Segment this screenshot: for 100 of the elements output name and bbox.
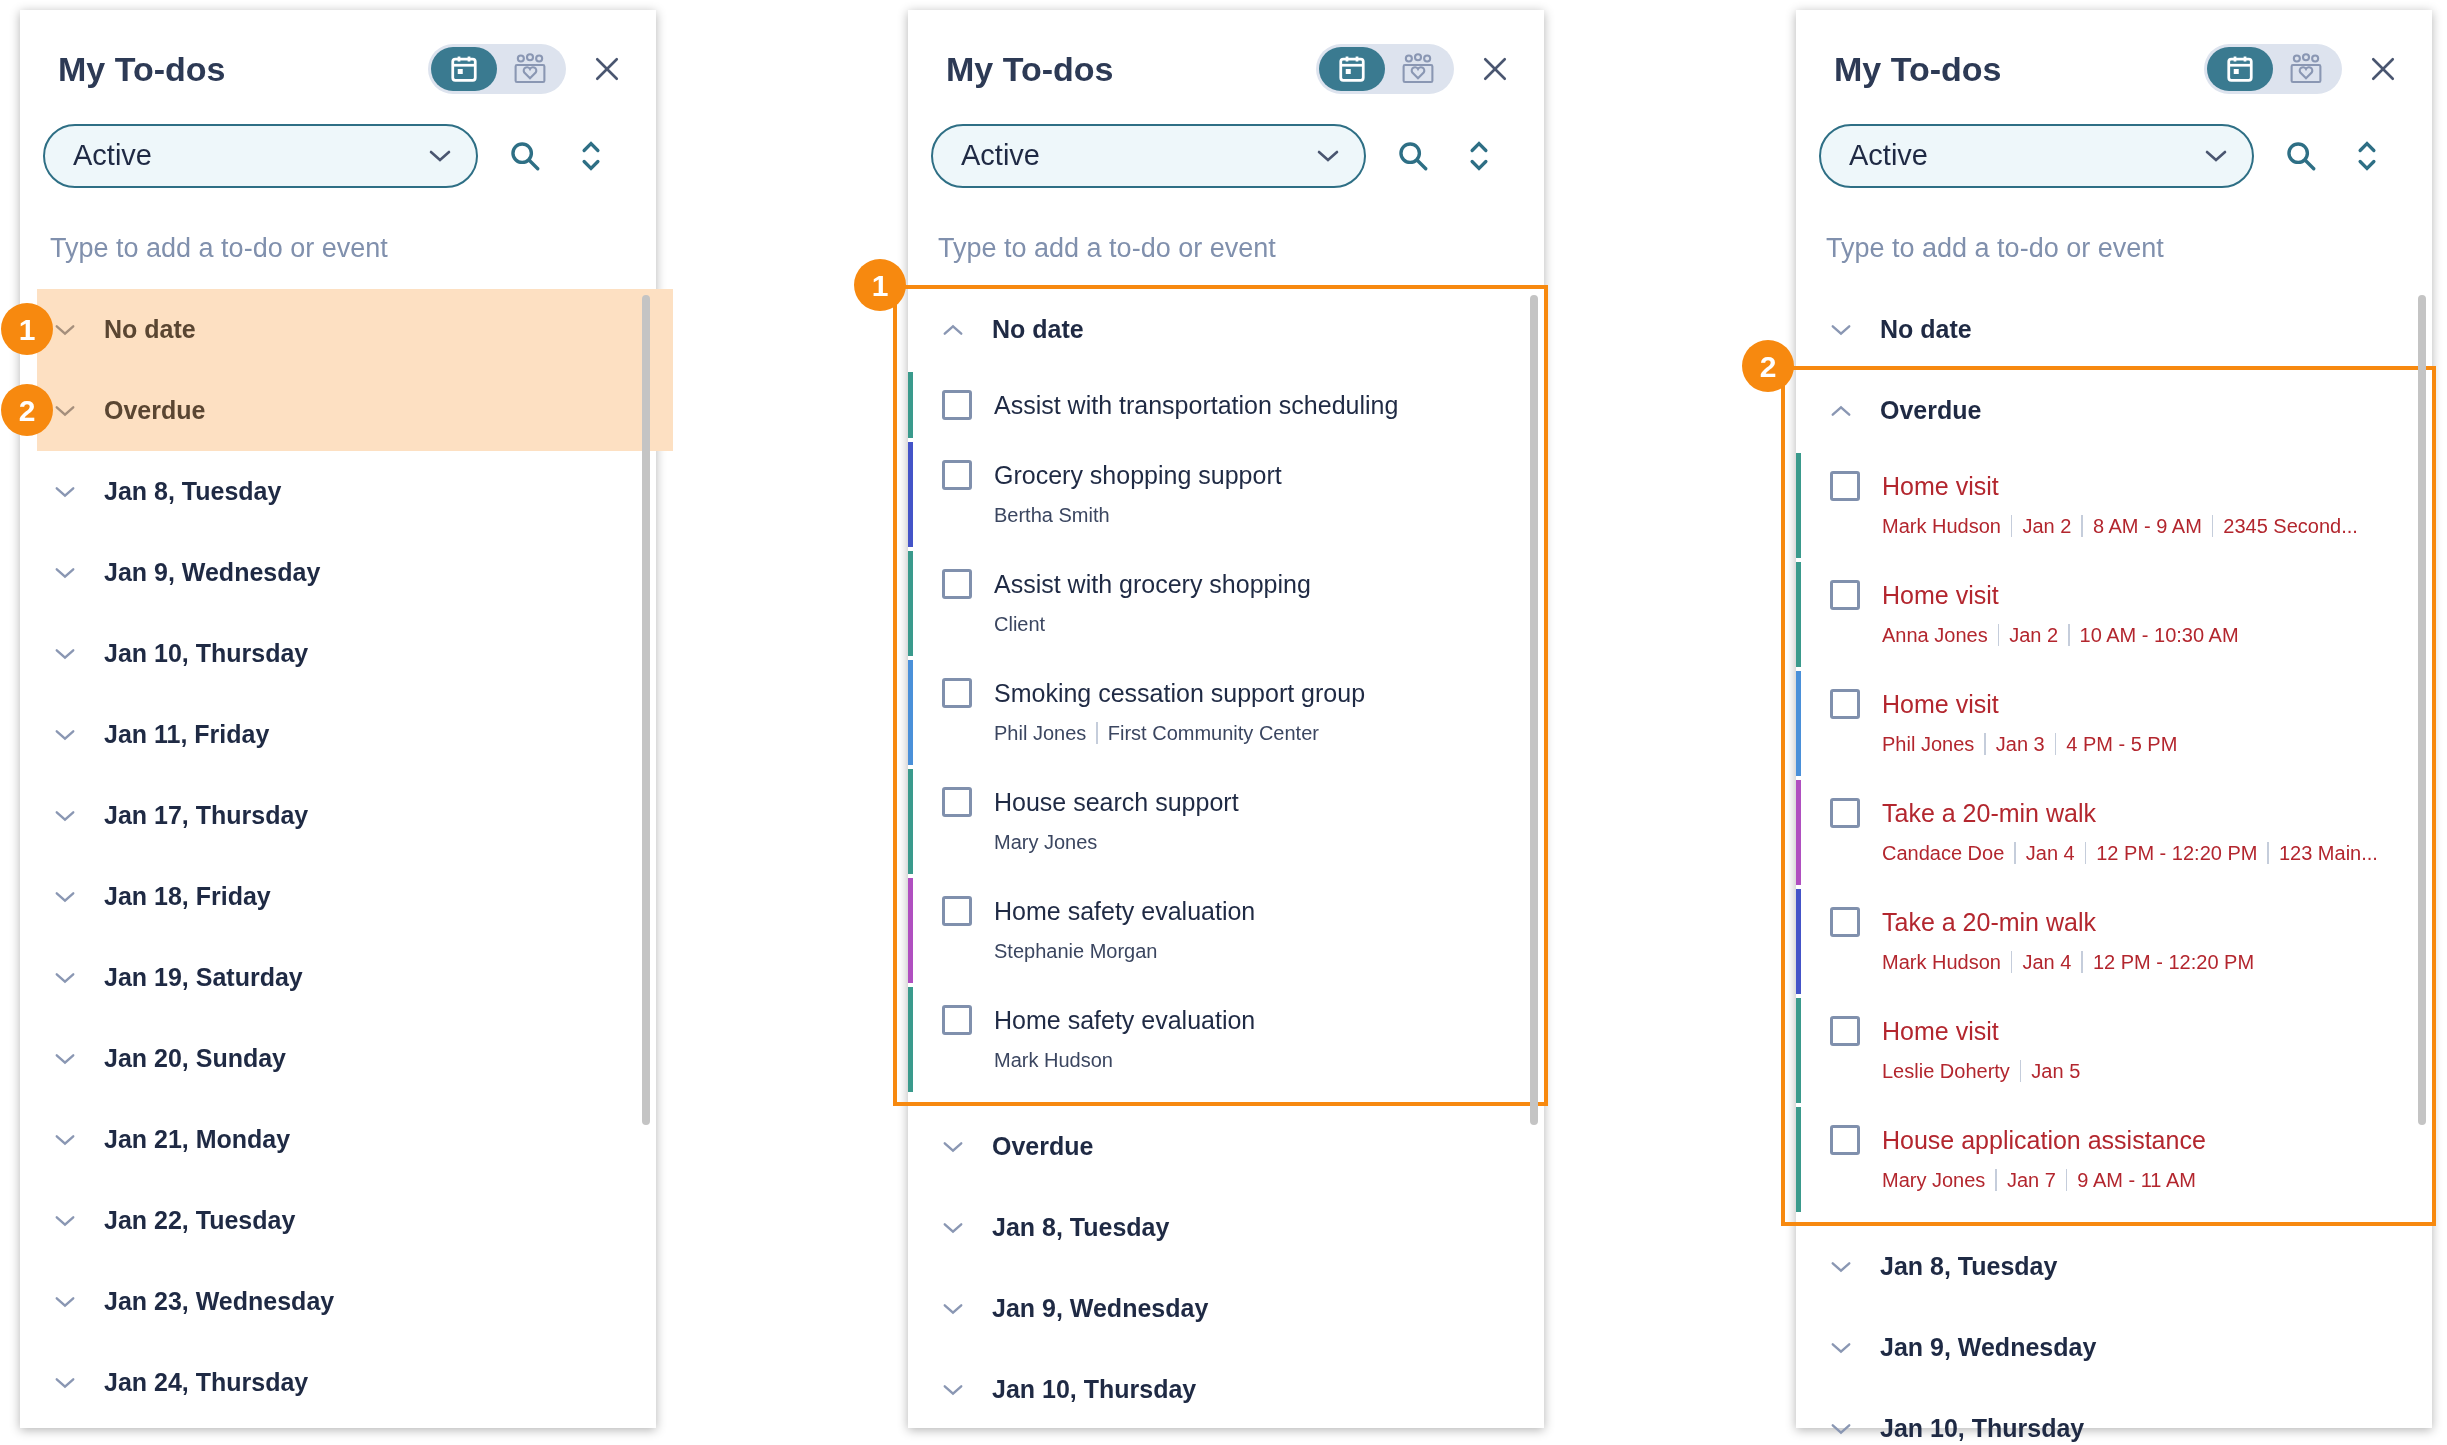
chevron-down-icon — [54, 484, 76, 499]
chevron-down-icon — [54, 565, 76, 580]
todo-detail: Leslie Doherty — [1882, 1059, 2010, 1084]
section-header[interactable]: Jan 17, Thursday — [20, 775, 656, 856]
todo-checkbox[interactable] — [942, 787, 972, 817]
close-icon[interactable] — [1482, 56, 1508, 82]
section-header[interactable]: No date — [37, 289, 673, 370]
view-toggle-option[interactable] — [1319, 47, 1385, 91]
view-toggle-option[interactable] — [431, 47, 497, 91]
search-icon[interactable] — [508, 139, 542, 173]
todo-checkbox[interactable] — [1830, 798, 1860, 828]
chevron-down-icon — [942, 1382, 964, 1397]
section-header[interactable]: No date — [1796, 289, 2432, 370]
todo-checkbox[interactable] — [1830, 471, 1860, 501]
todo-checkbox[interactable] — [942, 569, 972, 599]
chevron-down-icon — [942, 1301, 964, 1316]
section-header[interactable]: Jan 19, Saturday — [20, 937, 656, 1018]
expand-collapse-icon[interactable] — [1468, 139, 1490, 173]
section-header[interactable]: Jan 21, Monday — [20, 1099, 656, 1180]
status-dropdown[interactable]: Active — [931, 124, 1366, 188]
todo-title: House search support — [994, 787, 1239, 818]
people-heart-icon — [513, 53, 547, 85]
todo-detail: Jan 4 — [2025, 841, 2075, 866]
section-header[interactable]: No date — [908, 289, 1544, 370]
search-icon[interactable] — [1396, 139, 1430, 173]
todo-detail: Candace Doe — [1882, 841, 2005, 866]
section-header[interactable]: Jan 10, Thursday — [1796, 1388, 2432, 1444]
todo-detail: Mary Jones — [994, 830, 1098, 855]
add-todo-field[interactable]: Type to add a to-do or event — [938, 228, 1498, 268]
todo-detail: 12 PM - 12:20 PM — [2092, 950, 2255, 975]
section-header[interactable]: Jan 8, Tuesday — [908, 1187, 1544, 1268]
section-header[interactable]: Jan 8, Tuesday — [20, 451, 656, 532]
chevron-down-icon — [942, 1139, 964, 1154]
todo-detail: Jan 3 — [1995, 732, 2045, 757]
todo-checkbox[interactable] — [1830, 689, 1860, 719]
section-header[interactable]: Jan 20, Sunday — [20, 1018, 656, 1099]
add-todo-field[interactable]: Type to add a to-do or event — [1826, 228, 2386, 268]
todo-checkbox[interactable] — [942, 1005, 972, 1035]
section-header[interactable]: Overdue — [908, 1106, 1544, 1187]
todo-checkbox[interactable] — [1830, 1125, 1860, 1155]
section-header[interactable]: Jan 9, Wednesday — [908, 1268, 1544, 1349]
calendar-icon — [1337, 54, 1367, 84]
todo-title: Home safety evaluation — [994, 896, 1256, 927]
todo-title: Home visit — [1882, 580, 2000, 611]
todo-checkbox[interactable] — [1830, 907, 1860, 937]
expand-collapse-icon[interactable] — [2356, 139, 2378, 173]
section-header[interactable]: Jan 10, Thursday — [908, 1349, 1544, 1430]
scrollbar-thumb[interactable] — [1530, 295, 1538, 1125]
view-toggle-option[interactable] — [2207, 47, 2273, 91]
todo-detail: 12 PM - 12:20 PM — [2096, 841, 2258, 866]
todo-detail: Jan 7 — [2006, 1168, 2056, 1193]
todo-detail: Client — [994, 612, 1046, 637]
todo-detail: 10 AM - 10:30 AM — [2079, 623, 2239, 648]
chevron-down-icon — [54, 646, 76, 661]
status-dropdown[interactable]: Active — [1819, 124, 2254, 188]
todo-title: Grocery shopping support — [994, 460, 1282, 491]
close-icon[interactable] — [2370, 56, 2396, 82]
callout-badge: 2 — [1742, 340, 1794, 392]
chevron-down-icon — [54, 1051, 76, 1066]
todo-checkbox[interactable] — [1830, 580, 1860, 610]
view-toggle[interactable] — [428, 44, 566, 94]
section-header[interactable]: Overdue — [1796, 370, 2432, 451]
section-header[interactable]: Overdue — [37, 370, 673, 451]
todo-detail: Mark Hudson — [1882, 950, 2001, 975]
section-header[interactable]: Jan 11, Friday — [20, 694, 656, 775]
add-todo-field[interactable]: Type to add a to-do or event — [50, 228, 610, 268]
section-header[interactable]: Jan 9, Wednesday — [1796, 1307, 2432, 1388]
section-header[interactable]: Jan 9, Wednesday — [20, 532, 656, 613]
close-icon[interactable] — [594, 56, 620, 82]
scrollbar-thumb[interactable] — [642, 295, 650, 1125]
todo-detail: Anna Jones — [1882, 623, 1988, 648]
todo-detail: 4 PM - 5 PM — [2066, 732, 2178, 757]
section-header[interactable]: Jan 10, Thursday — [20, 613, 656, 694]
calendar-icon — [2225, 54, 2255, 84]
todo-checkbox[interactable] — [942, 390, 972, 420]
section-header[interactable]: Jan 18, Friday — [20, 856, 656, 937]
search-icon[interactable] — [2284, 139, 2318, 173]
expand-collapse-icon[interactable] — [580, 139, 602, 173]
scrollbar-thumb[interactable] — [2418, 295, 2426, 1125]
chevron-down-icon — [2204, 149, 2228, 163]
todo-title: Take a 20-min walk — [1882, 907, 2097, 938]
section-header[interactable]: Jan 8, Tuesday — [1796, 1226, 2432, 1307]
view-toggle[interactable] — [1316, 44, 1454, 94]
todo-checkbox[interactable] — [942, 896, 972, 926]
todo-detail: Mary Jones — [1882, 1168, 1986, 1193]
todo-checkbox[interactable] — [942, 678, 972, 708]
todo-checkbox[interactable] — [1830, 1016, 1860, 1046]
section-header[interactable]: Jan 22, Tuesday — [20, 1180, 656, 1261]
todo-detail: 9 AM - 11 AM — [2077, 1168, 2196, 1193]
panel-title: My To-dos — [946, 48, 1115, 90]
todo-detail: Jan 4 — [2022, 950, 2072, 975]
section-header[interactable]: Jan 24, Thursday — [20, 1342, 656, 1423]
status-dropdown[interactable]: Active — [43, 124, 478, 188]
chevron-down-icon — [1830, 1259, 1852, 1274]
chevron-down-icon — [54, 322, 76, 337]
section-header[interactable]: Jan 23, Wednesday — [20, 1261, 656, 1342]
callout-badge: 1 — [854, 259, 906, 311]
view-toggle[interactable] — [2204, 44, 2342, 94]
chevron-down-icon — [54, 1375, 76, 1390]
todo-checkbox[interactable] — [942, 460, 972, 490]
